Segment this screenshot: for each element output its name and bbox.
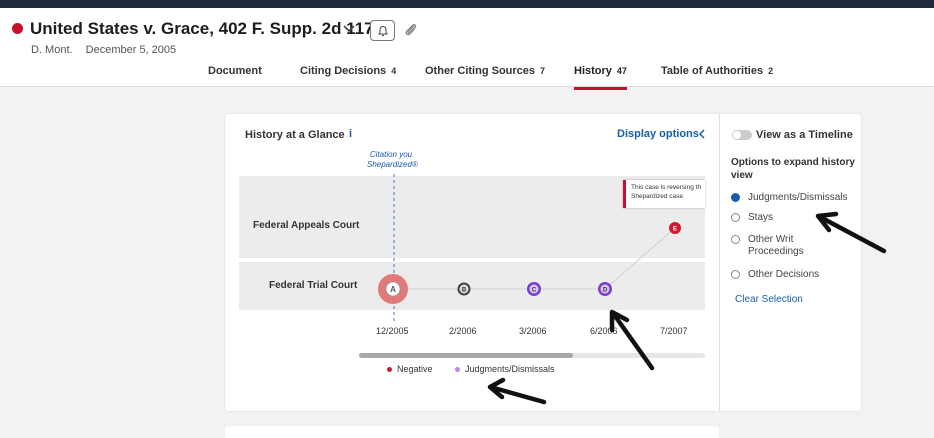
decision-date: December 5, 2005 — [85, 44, 177, 56]
history-node-e[interactable]: E — [669, 222, 681, 234]
tab-count: 4 — [391, 66, 397, 76]
date-label: 6/2006 — [590, 326, 618, 336]
legend-negative: Negative — [387, 364, 433, 374]
timeline-toggle-label: View as a Timeline — [756, 129, 853, 141]
alert-button[interactable] — [370, 20, 395, 41]
option-judgments-dismissals[interactable]: Judgments/Dismissals — [731, 192, 856, 204]
tab-history[interactable]: History 47 — [574, 64, 627, 90]
radio-button[interactable] — [731, 193, 740, 202]
date-label: 12/2005 — [376, 326, 409, 336]
option-other-decisions[interactable]: Other Decisions — [731, 269, 856, 281]
tab-table-of-authorities[interactable]: Table of Authorities 2 — [661, 64, 773, 88]
svg-text:C: C — [532, 288, 537, 294]
timeline-toggle[interactable] — [732, 130, 752, 140]
paperclip-icon[interactable] — [402, 21, 420, 39]
chevron-down-icon[interactable] — [341, 22, 357, 36]
history-node-c[interactable]: C — [527, 282, 541, 296]
tab-count: 7 — [540, 66, 546, 76]
negative-legend-dot — [387, 366, 392, 372]
option-other-writ-proceedings[interactable]: Other Writ Proceedings — [731, 234, 831, 258]
option-stays[interactable]: Stays — [731, 212, 856, 224]
radio-button[interactable] — [731, 270, 740, 279]
tab-count: 47 — [616, 66, 627, 76]
negative-treatment-signal-icon — [12, 23, 23, 34]
tab-count: 2 — [768, 66, 774, 76]
history-node-b[interactable]: B — [457, 282, 471, 296]
secondary-card — [225, 426, 719, 438]
svg-text:D: D — [603, 288, 608, 294]
date-label: 3/2006 — [519, 326, 547, 336]
radio-button[interactable] — [731, 235, 740, 244]
radio-button[interactable] — [731, 213, 740, 222]
court-name: D. Mont. — [31, 44, 73, 56]
top-bar — [0, 0, 934, 8]
options-title: Options to expand history view — [731, 157, 855, 181]
tab-citing-decisions[interactable]: Citing Decisions 4 — [300, 64, 396, 88]
svg-text:B: B — [462, 288, 467, 294]
svg-text:A: A — [390, 285, 396, 294]
history-card: History at a Glance i Display options Ci… — [225, 114, 861, 411]
timeline-scrollbar-thumb[interactable] — [359, 353, 573, 358]
options-panel: View as a Timeline Options to expand his… — [720, 114, 861, 411]
date-label: 7/2007 — [660, 326, 688, 336]
timeline-scrollbar[interactable] — [359, 353, 705, 358]
svg-text:E: E — [673, 227, 677, 233]
document-header: United States v. Grace, 402 F. Supp. 2d … — [0, 8, 934, 90]
document-tabs: Document Citing Decisions 4 Other Citing … — [0, 64, 934, 90]
history-node-a[interactable]: A — [378, 274, 408, 304]
tab-other-citing-sources[interactable]: Other Citing Sources 7 — [425, 64, 545, 88]
date-label: 2/2006 — [449, 326, 477, 336]
judgments-legend-dot — [455, 366, 460, 372]
case-citation-info: D. Mont. December 5, 2005 — [31, 44, 186, 56]
case-title: United States v. Grace, 402 F. Supp. 2d … — [30, 19, 384, 38]
legend-judgments: Judgments/Dismissals — [455, 364, 555, 374]
clear-selection-link[interactable]: Clear Selection — [735, 294, 803, 305]
appeal-connector-line — [604, 227, 676, 290]
tab-document[interactable]: Document — [208, 64, 262, 88]
history-node-d[interactable]: D — [598, 282, 612, 296]
bell-icon — [377, 25, 388, 36]
